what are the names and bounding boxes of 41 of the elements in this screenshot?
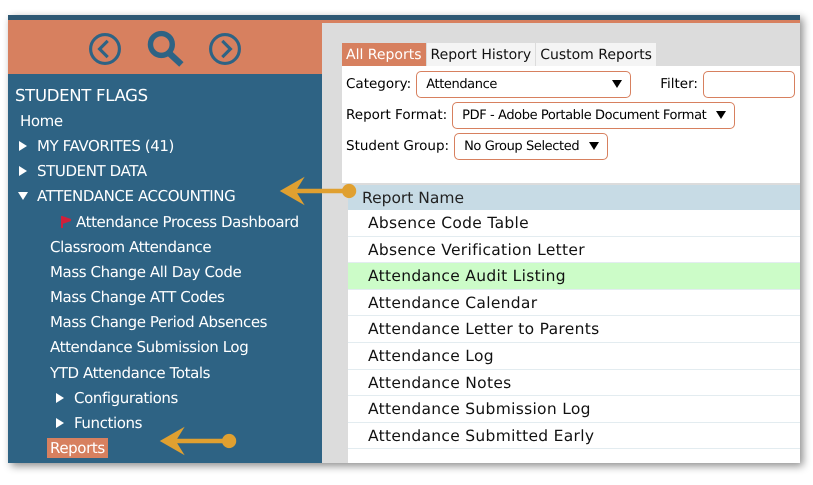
dropdown[interactable]: PDF - Adobe Portable Document Format: [452, 102, 736, 128]
table-row[interactable]: Attendance Submission Log: [348, 396, 800, 423]
menu-group[interactable]: ATTENDANCE ACCOUNTING: [37, 187, 236, 206]
menu-item[interactable]: Mass Change ATT Codes: [50, 288, 224, 306]
menu-item[interactable]: Mass Change Period Absences: [50, 313, 268, 332]
field-label: Category:: [346, 76, 412, 92]
field-label: Report Format:: [346, 107, 448, 123]
menu-group[interactable]: Configurations: [74, 388, 178, 407]
table-row[interactable]: Attendance Letter to Parents: [348, 316, 800, 343]
collapsed-triangle-icon[interactable]: [55, 418, 65, 428]
menu-item[interactable]: Home: [15, 112, 63, 130]
collapsed-triangle-icon[interactable]: [18, 166, 28, 176]
menu-group[interactable]: MY FAVORITES (41): [37, 136, 174, 155]
dropdown[interactable]: Attendance: [416, 70, 632, 98]
column-header: Report Name: [348, 185, 800, 210]
dropdown[interactable]: No Group Selected: [454, 132, 608, 160]
table-row[interactable]: Absence Code Table: [348, 210, 800, 237]
section-heading: STUDENT FLAGS: [15, 86, 148, 106]
table-row[interactable]: Attendance Notes: [348, 370, 800, 396]
table-row[interactable]: Attendance Audit Listing: [348, 263, 800, 290]
menu-item[interactable]: Classroom Attendance: [50, 238, 212, 256]
tab[interactable]: Custom Reports: [536, 43, 656, 66]
field-label: Student Group:: [346, 138, 450, 154]
menu-item[interactable]: Attendance Process Dashboard: [76, 212, 299, 231]
collapsed-triangle-icon[interactable]: [18, 140, 28, 151]
collapsed-triangle-icon[interactable]: [55, 392, 65, 403]
menu-item[interactable]: Mass Change All Day Code: [50, 262, 242, 281]
table-row[interactable]: Attendance Log: [348, 342, 800, 370]
filter-field[interactable]: [702, 70, 795, 98]
menu-item[interactable]: Attendance Submission Log: [50, 338, 248, 356]
dropdown-caret-icon[interactable]: [612, 80, 622, 88]
expanded-triangle-icon[interactable]: [18, 191, 28, 202]
menu-group[interactable]: Functions: [74, 414, 142, 432]
dropdown-caret-icon[interactable]: [589, 142, 600, 150]
field-label: Filter:: [660, 76, 698, 92]
table-row[interactable]: Attendance Calendar: [348, 290, 800, 316]
menu-group[interactable]: STUDENT DATA: [37, 162, 147, 180]
menu-item[interactable]: YTD Attendance Totals: [50, 364, 210, 382]
tab[interactable]: Report History: [426, 43, 536, 66]
table-row[interactable]: Attendance Submitted Early: [348, 422, 800, 450]
dropdown-caret-icon[interactable]: [716, 111, 726, 119]
